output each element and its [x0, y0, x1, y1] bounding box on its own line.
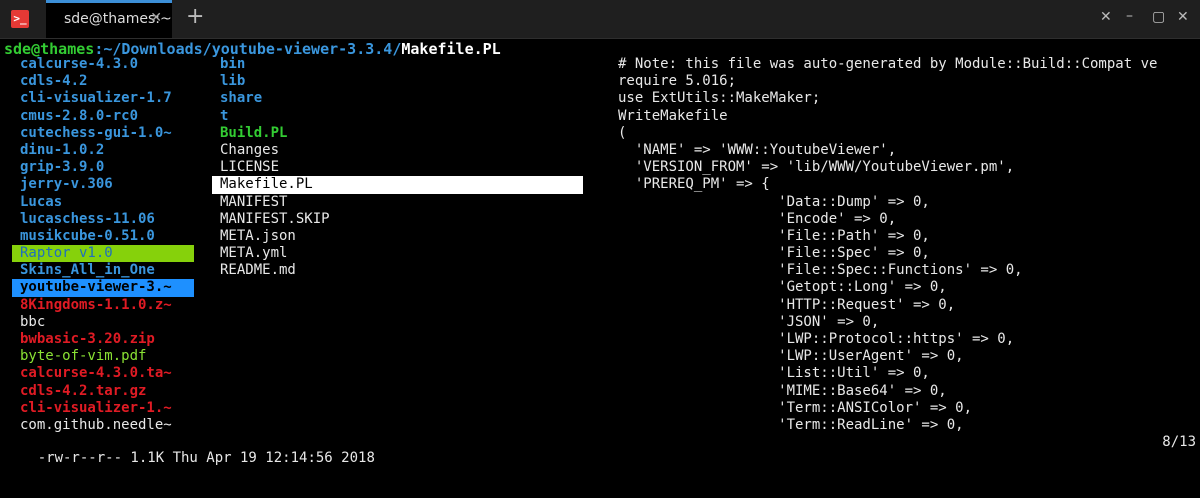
- file-list-item[interactable]: README.md: [220, 262, 600, 279]
- preview-line: 'Term::ANSIColor' => 0,: [618, 399, 973, 416]
- file-list-item[interactable]: 8Kingdoms-1.1.0.z~: [20, 297, 200, 314]
- preview-line: 'VERSION_FROM' => 'lib/WWW/YoutubeViewer…: [618, 159, 1015, 176]
- minimize-icon[interactable]: –: [1126, 8, 1133, 24]
- file-list-item[interactable]: bin: [220, 56, 600, 73]
- file-list-item[interactable]: bbc: [20, 314, 200, 331]
- preview-line: 'NAME' => 'WWW::YoutubeViewer',: [618, 141, 897, 158]
- file-info: -rw-r--r-- 1.1K Thu Apr 19 12:14:56 2018: [37, 450, 375, 466]
- preview-line: # Note: this file was auto-generated by …: [618, 56, 1158, 72]
- new-tab-icon[interactable]: +: [186, 4, 204, 29]
- close-alt-icon[interactable]: ✕: [1100, 9, 1112, 25]
- file-list-item[interactable]: cli-visualizer-1.7: [20, 90, 200, 107]
- preview-line: WriteMakefile: [618, 107, 728, 124]
- file-list-item[interactable]: calcurse-4.3.0: [20, 56, 200, 73]
- preview-line: 'File::Spec' => 0,: [618, 245, 930, 262]
- file-list-item[interactable]: cmus-2.8.0-rc0: [20, 108, 200, 125]
- file-list-item[interactable]: cutechess-gui-1.0~: [20, 125, 200, 142]
- file-list-item[interactable]: cdls-4.2: [20, 73, 200, 90]
- file-list-item[interactable]: MANIFEST.SKIP: [220, 211, 600, 228]
- terminal-app-icon[interactable]: >_: [11, 10, 29, 28]
- parent-directory-column: calcurse-4.3.0 cdls-4.2 cli-visualizer-1.7…: [12, 56, 200, 434]
- preview-line: (: [618, 124, 627, 141]
- tab-close-icon[interactable]: ✕: [150, 10, 162, 26]
- terminal-area[interactable]: sde@thames:~/Downloads/youtube-viewer-3.…: [0, 38, 1200, 470]
- title-bar: >_ sde@thames:~ ✕ + ✕ – ▢ ✕: [0, 0, 1200, 39]
- file-position: 8/13: [1162, 434, 1196, 450]
- file-list-item[interactable]: Lucas: [20, 194, 200, 211]
- preview-line: use ExtUtils::MakeMaker;: [618, 90, 821, 107]
- file-list-item[interactable]: grip-3.9.0: [20, 159, 200, 176]
- file-list-item[interactable]: Raptor v1.0: [12, 245, 194, 263]
- preview-line: 'PREREQ_PM' => {: [618, 176, 770, 193]
- file-list-item[interactable]: cdls-4.2.tar.gz: [20, 383, 200, 400]
- file-list-item[interactable]: Build.PL: [220, 125, 600, 142]
- file-list-item[interactable]: cli-visualizer-1.~: [20, 400, 200, 417]
- file-list-item[interactable]: youtube-viewer-3.~: [12, 279, 194, 297]
- file-list-item[interactable]: com.github.needle~: [20, 417, 200, 434]
- file-list-item[interactable]: musikcube-0.51.0: [20, 228, 200, 245]
- file-preview-pane: # Note: this file was auto-generated by …: [618, 56, 1200, 434]
- tab-terminal[interactable]: sde@thames:~ ✕: [46, 0, 172, 38]
- file-list-item[interactable]: dinu-1.0.2: [20, 142, 200, 159]
- maximize-icon[interactable]: ▢: [1152, 9, 1165, 25]
- file-list-item[interactable]: share: [220, 90, 600, 107]
- status-bar: -rw-r--r-- 1.1K Thu Apr 19 12:14:56 2018…: [4, 434, 1196, 498]
- file-list-item[interactable]: jerry-v.306: [20, 176, 200, 193]
- preview-line: 'LWP::Protocol::https' => 0,: [618, 331, 1015, 347]
- file-list-item[interactable]: Makefile.PL: [212, 176, 583, 194]
- preview-line: 'MIME::Base64' => 0,: [618, 382, 947, 399]
- file-list-item[interactable]: lucaschess-11.06: [20, 211, 200, 228]
- file-list-item[interactable]: lib: [220, 73, 600, 90]
- preview-line: 'File::Spec::Functions' => 0,: [618, 262, 1023, 279]
- file-list-item[interactable]: META.json: [220, 228, 600, 245]
- preview-line: 'Encode' => 0,: [618, 210, 897, 227]
- preview-line: 'HTTP::Request' => 0,: [618, 296, 956, 313]
- file-list-item[interactable]: LICENSE: [220, 159, 600, 176]
- preview-line: 'Term::ReadLine' => 0,: [618, 416, 964, 433]
- file-list-item[interactable]: byte-of-vim.pdf: [20, 348, 200, 365]
- file-list-item[interactable]: bwbasic-3.20.zip: [20, 331, 200, 348]
- file-list-item[interactable]: t: [220, 108, 600, 125]
- preview-line: 'Getopt::Long' => 0,: [618, 279, 947, 296]
- preview-line: 'File::Path' => 0,: [618, 227, 930, 244]
- current-directory-column: bin lib share t Build.PL Changes LICENSE Makefi…: [212, 56, 600, 279]
- file-list-item[interactable]: calcurse-4.3.0.ta~: [20, 365, 200, 382]
- file-list-item[interactable]: MANIFEST: [220, 194, 600, 211]
- preview-line: 'List::Util' => 0,: [618, 365, 930, 382]
- file-list-item[interactable]: META.yml: [220, 245, 600, 262]
- file-list-item[interactable]: Skins_All_in_One: [20, 262, 200, 279]
- file-list-item[interactable]: Changes: [220, 142, 600, 159]
- preview-line: 'LWP::UserAgent' => 0,: [618, 348, 964, 365]
- preview-line: 'JSON' => 0,: [618, 313, 880, 330]
- preview-line: require 5.016;: [618, 73, 737, 90]
- close-icon[interactable]: ✕: [1177, 9, 1189, 25]
- preview-line: 'Data::Dump' => 0,: [618, 193, 930, 210]
